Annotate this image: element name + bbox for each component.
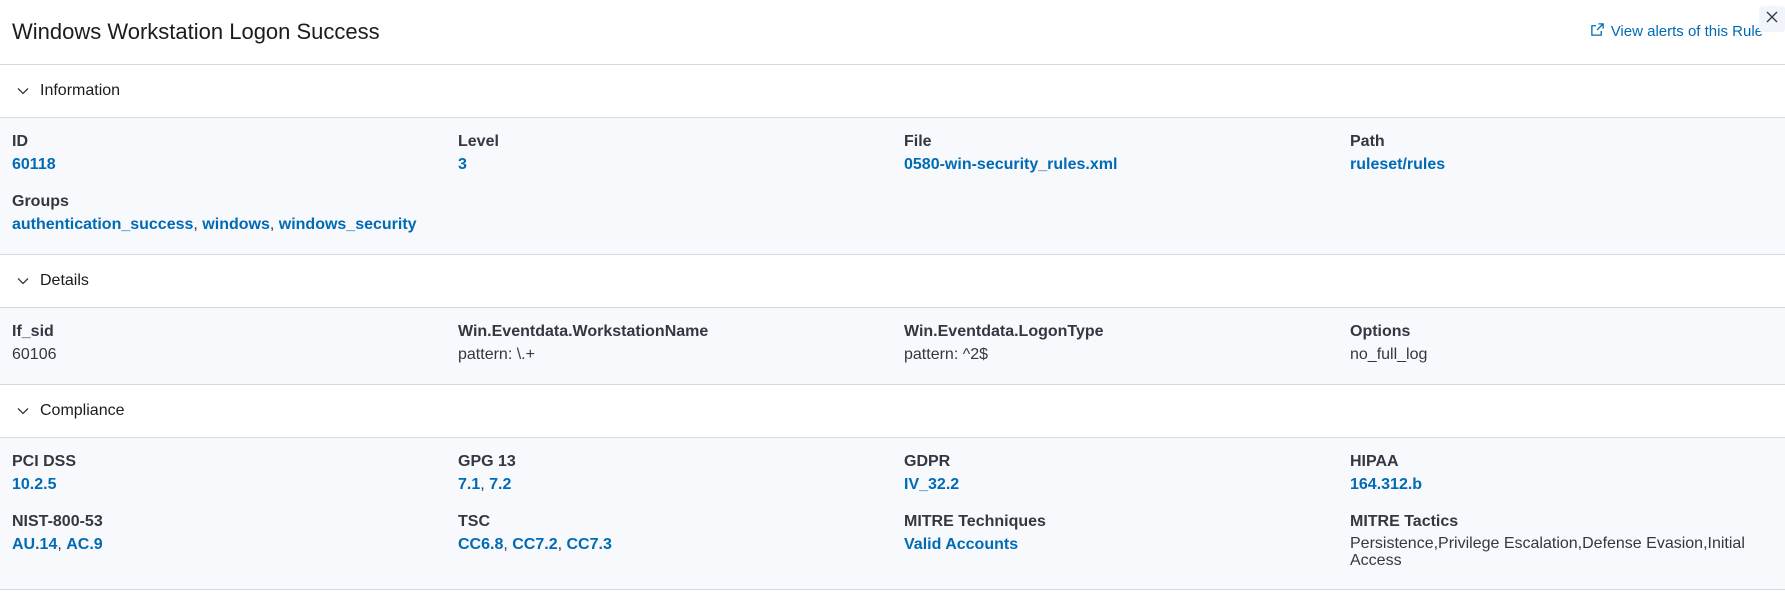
field-tsc: TSC CC6.8, CC7.2, CC7.3 (446, 512, 892, 569)
field-label: MITRE Techniques (904, 513, 1046, 530)
field-value: pattern: ^2$ (904, 346, 989, 363)
field-label: NIST-800-53 (12, 513, 103, 530)
pci-link[interactable]: 10.2.5 (12, 476, 56, 493)
chevron-down-icon (17, 408, 29, 415)
level-link[interactable]: 3 (458, 155, 892, 174)
section-title: Compliance (40, 402, 125, 419)
gpg-link[interactable]: 7.2 (489, 476, 511, 493)
hipaa-link[interactable]: 164.312.b (1350, 476, 1422, 493)
field-path: Path ruleset/rules (1338, 132, 1784, 174)
information-panel: ID 60118 Level 3 File 0580-win-security_… (0, 118, 1785, 255)
popout-icon (1590, 22, 1605, 41)
field-level: Level 3 (446, 132, 892, 174)
chevron-down-icon (17, 278, 29, 285)
close-button[interactable] (1759, 6, 1785, 32)
field-workstation-name: Win.Eventdata.WorkstationName pattern: \… (446, 322, 892, 364)
field-file: File 0580-win-security_rules.xml (892, 132, 1338, 174)
group-link[interactable]: windows (202, 216, 270, 233)
section-toggle-compliance[interactable]: Compliance (0, 385, 1785, 438)
field-label: Win.Eventdata.LogonType (904, 323, 1104, 340)
field-mitre-techniques: MITRE Techniques Valid Accounts (892, 512, 1338, 569)
flyout-header: Windows Workstation Logon Success View a… (0, 0, 1785, 65)
section-toggle-information[interactable]: Information (0, 65, 1785, 118)
field-label: Groups (12, 193, 69, 210)
field-value: 60106 (12, 346, 57, 363)
field-value: Persistence,Privilege Escalation,Defense… (1350, 535, 1745, 569)
field-gpg13: GPG 13 7.1, 7.2 (446, 452, 892, 494)
field-label: GPG 13 (458, 453, 516, 470)
field-nist: NIST-800-53 AU.14, AC.9 (0, 512, 446, 569)
field-hipaa: HIPAA 164.312.b (1338, 452, 1784, 494)
path-link[interactable]: ruleset/rules (1350, 155, 1784, 174)
gpg-link[interactable]: 7.1 (458, 476, 480, 493)
compliance-panel: PCI DSS 10.2.5 GPG 13 7.1, 7.2 GDPR IV_3… (0, 438, 1785, 590)
section-toggle-details[interactable]: Details (0, 255, 1785, 308)
group-link[interactable]: authentication_success (12, 216, 193, 233)
tsc-link[interactable]: CC7.2 (512, 536, 557, 553)
gdpr-link[interactable]: IV_32.2 (904, 476, 959, 493)
field-label: Level (458, 133, 499, 150)
chevron-down-icon (17, 88, 29, 95)
field-if-sid: If_sid 60106 (0, 322, 446, 364)
field-label: GDPR (904, 453, 951, 470)
field-label: ID (12, 133, 28, 150)
field-label: Options (1350, 323, 1411, 340)
field-options: Options no_full_log (1338, 322, 1784, 364)
field-label: Win.Eventdata.WorkstationName (458, 323, 709, 340)
field-label: If_sid (12, 323, 54, 340)
field-pci-dss: PCI DSS 10.2.5 (0, 452, 446, 494)
nist-link[interactable]: AC.9 (66, 536, 102, 553)
field-value: no_full_log (1350, 346, 1428, 363)
tsc-link[interactable]: CC6.8 (458, 536, 503, 553)
field-label: PCI DSS (12, 453, 77, 470)
details-panel: If_sid 60106 Win.Eventdata.WorkstationNa… (0, 308, 1785, 385)
nist-link[interactable]: AU.14 (12, 536, 57, 553)
field-value: pattern: \.+ (458, 346, 535, 363)
section-title: Details (40, 272, 89, 289)
close-icon (1766, 10, 1778, 28)
group-link[interactable]: windows_security (279, 216, 417, 233)
field-id: ID 60118 (0, 132, 446, 174)
mitre-technique-link[interactable]: Valid Accounts (904, 536, 1018, 553)
field-logon-type: Win.Eventdata.LogonType pattern: ^2$ (892, 322, 1338, 364)
field-gdpr: GDPR IV_32.2 (892, 452, 1338, 494)
field-label: TSC (458, 513, 490, 530)
view-alerts-label: View alerts of this Rule (1610, 23, 1763, 40)
field-mitre-tactics: MITRE Tactics Persistence,Privilege Esca… (1338, 512, 1784, 569)
id-link[interactable]: 60118 (12, 155, 446, 174)
page-title: Windows Workstation Logon Success (12, 19, 380, 44)
view-alerts-link[interactable]: View alerts of this Rule (1590, 22, 1763, 41)
section-title: Information (40, 82, 121, 99)
file-link[interactable]: 0580-win-security_rules.xml (904, 155, 1338, 174)
field-groups: Groups authentication_success, windows, … (0, 192, 900, 234)
field-label: File (904, 133, 932, 150)
tsc-link[interactable]: CC7.3 (567, 536, 612, 553)
field-label: Path (1350, 133, 1385, 150)
field-label: HIPAA (1350, 453, 1399, 470)
field-label: MITRE Tactics (1350, 513, 1459, 530)
